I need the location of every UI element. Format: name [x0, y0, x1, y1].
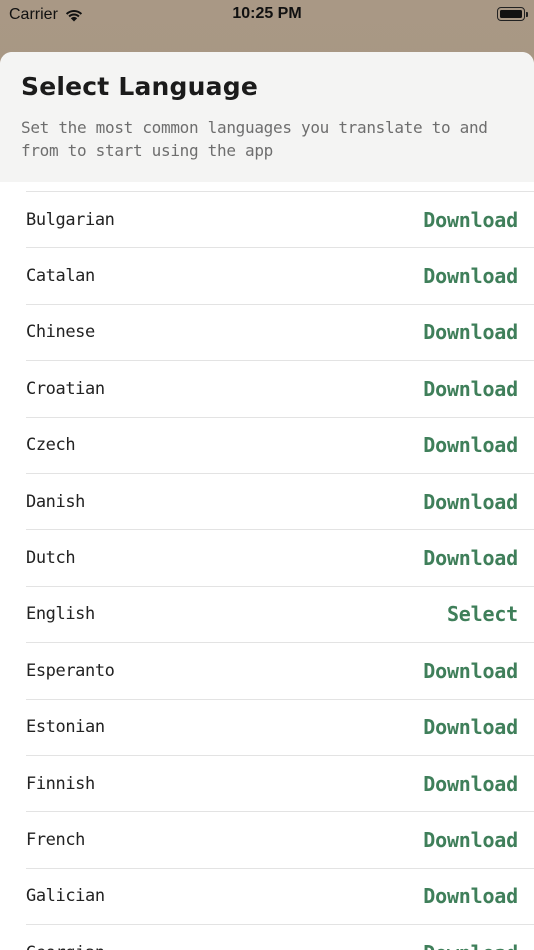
language-list[interactable]: Bulgarian Download Catalan Download Chinese D… — [0, 191, 534, 950]
download-button[interactable]: Download — [423, 828, 518, 852]
sheet-header: Select Language Set the most common lang… — [0, 52, 534, 182]
language-row[interactable]: Czech Download — [26, 418, 534, 474]
download-button[interactable]: Download — [423, 433, 518, 457]
page-subtitle: Set the most common languages you transl… — [21, 118, 488, 160]
language-name: English — [26, 604, 95, 625]
language-row[interactable]: Danish Download — [26, 474, 534, 531]
download-button[interactable]: Download — [423, 320, 518, 344]
language-row[interactable]: Finnish Download — [26, 756, 534, 813]
download-button[interactable]: Download — [423, 264, 518, 288]
download-button[interactable]: Download — [423, 659, 518, 683]
language-name: Finnish — [26, 773, 95, 794]
download-button[interactable]: Download — [423, 546, 518, 570]
screen: Carrier 10:25 PM Select Language Set the… — [0, 0, 534, 950]
language-row[interactable]: Estonian Download — [26, 700, 534, 756]
language-row[interactable]: Esperanto Download — [26, 643, 534, 700]
language-name: Catalan — [26, 266, 95, 287]
language-name: Galician — [26, 886, 105, 907]
language-row[interactable]: English Select — [26, 587, 534, 644]
download-button[interactable]: Download — [423, 941, 518, 950]
language-name: Georgian — [26, 943, 105, 950]
select-button[interactable]: Select — [447, 602, 518, 626]
language-name: Croatian — [26, 378, 105, 399]
download-button[interactable]: Download — [423, 772, 518, 796]
download-button[interactable]: Download — [423, 377, 518, 401]
language-name: Czech — [26, 435, 76, 456]
language-row[interactable]: Bulgarian Download — [26, 192, 534, 249]
battery-icon — [497, 7, 528, 21]
language-name: Danish — [26, 491, 86, 512]
language-row[interactable]: Galician Download — [26, 869, 534, 926]
page-title: Select Language — [21, 72, 258, 101]
language-row[interactable]: Catalan Download — [26, 248, 534, 305]
language-name: Estonian — [26, 717, 105, 738]
language-row[interactable]: Georgian Download — [26, 925, 534, 950]
language-name: Bulgarian — [26, 209, 115, 230]
language-sheet: Select Language Set the most common lang… — [0, 52, 534, 950]
download-button[interactable]: Download — [423, 884, 518, 908]
download-button[interactable]: Download — [423, 715, 518, 739]
language-row[interactable]: Chinese Download — [26, 305, 534, 362]
language-row[interactable]: Croatian Download — [26, 361, 534, 418]
status-time: 10:25 PM — [232, 5, 302, 22]
language-name: Chinese — [26, 322, 95, 343]
language-name: Dutch — [26, 548, 76, 569]
status-bar: Carrier 10:25 PM — [0, 0, 534, 30]
language-row[interactable]: Dutch Download — [26, 530, 534, 587]
language-name: French — [26, 829, 86, 850]
download-button[interactable]: Download — [423, 208, 518, 232]
download-button[interactable]: Download — [423, 490, 518, 514]
language-row[interactable]: French Download — [26, 812, 534, 869]
language-name: Esperanto — [26, 660, 115, 681]
